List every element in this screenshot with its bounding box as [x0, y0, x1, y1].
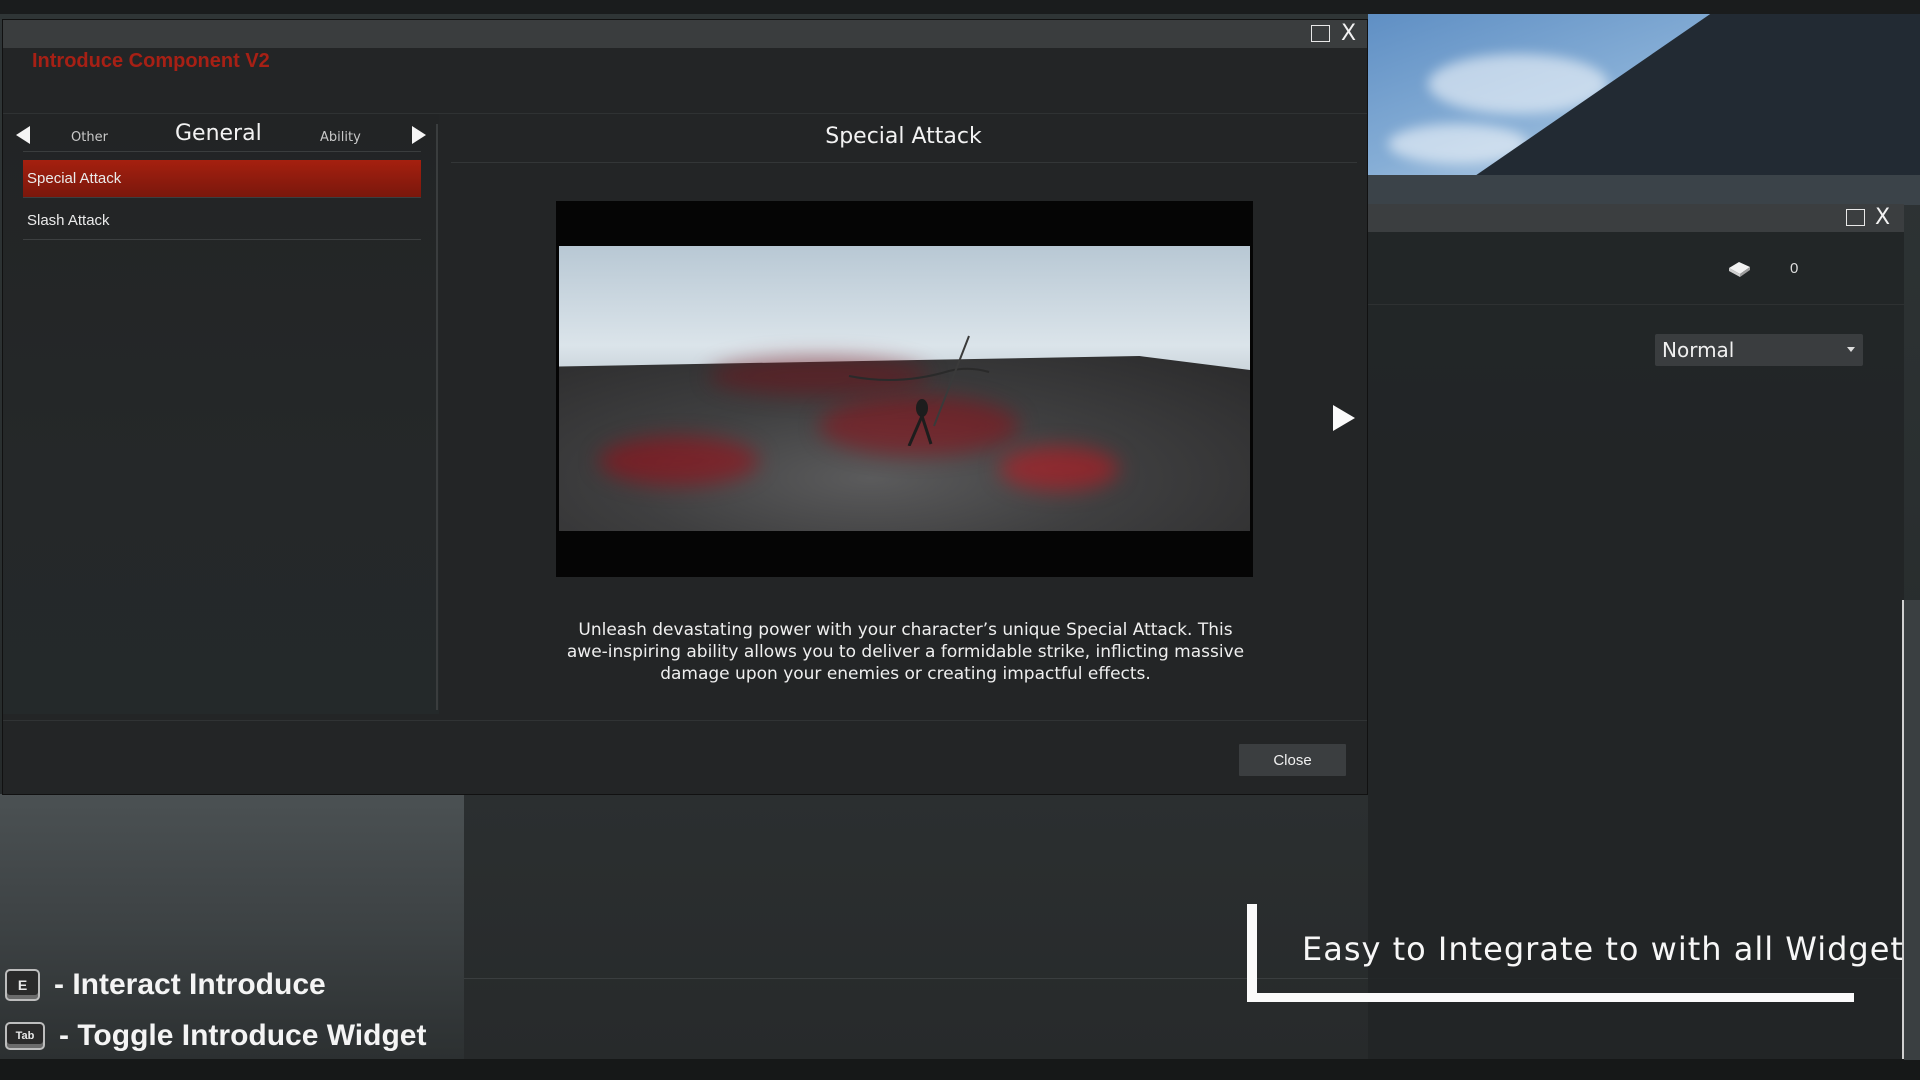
hint-interact: E - Interact Introduce	[5, 968, 326, 1002]
scrollbar[interactable]	[1902, 600, 1904, 1059]
secondary-separator	[1368, 304, 1904, 305]
hint-toggle: Tab - Toggle Introduce Widget	[5, 1019, 426, 1053]
secondary-close-icon[interactable]: X	[1875, 207, 1890, 229]
tab-ability[interactable]: Ability	[320, 130, 361, 145]
resource-count: 0	[1790, 260, 1799, 277]
preview-video[interactable]	[556, 201, 1253, 577]
maximize-icon[interactable]	[1846, 209, 1865, 226]
tabs-separator	[23, 151, 421, 152]
secondary-window-titlebar[interactable]	[1368, 204, 1904, 232]
maximize-icon[interactable]	[1311, 25, 1330, 42]
character-figure	[848, 335, 990, 446]
preview-image	[559, 246, 1250, 531]
footer-separator	[3, 720, 1367, 721]
content-title: Special Attack	[825, 124, 982, 149]
key-e-icon: E	[5, 969, 40, 1001]
banner-underline	[1247, 993, 1854, 1002]
key-tab-icon: Tab	[5, 1022, 45, 1050]
mode-dropdown[interactable]: Normal	[1655, 334, 1863, 366]
list-item-label: Special Attack	[27, 170, 122, 187]
pane-divider	[436, 124, 438, 710]
building-ledge	[1368, 175, 1920, 205]
window-titlebar[interactable]	[3, 20, 1367, 48]
top-strip	[0, 0, 1920, 14]
window-title: Introduce Component V2	[32, 50, 270, 72]
play-icon[interactable]	[1333, 405, 1355, 431]
banner-text: Easy to Integrate to with all Widget	[1302, 930, 1904, 968]
close-button[interactable]: Close	[1239, 744, 1346, 776]
close-icon[interactable]: X	[1341, 23, 1356, 45]
list-item-special-attack[interactable]: Special Attack	[23, 160, 421, 198]
prev-category-arrow-icon[interactable]	[16, 126, 30, 144]
hint-toggle-text: - Toggle Introduce Widget	[59, 1019, 427, 1052]
scene-right-edge	[1904, 600, 1920, 1060]
ability-description: Unleash devastating power with your char…	[566, 620, 1245, 684]
next-category-arrow-icon[interactable]	[412, 126, 426, 144]
mode-dropdown-value: Normal	[1662, 338, 1735, 362]
list-item-label: Slash Attack	[27, 212, 110, 229]
introduce-window: X Introduce Component V2 Other General A…	[3, 20, 1367, 794]
content-title-separator	[451, 162, 1357, 163]
bottom-strip	[0, 1059, 1920, 1080]
eraser-icon	[1729, 262, 1750, 277]
hint-interact-text: - Interact Introduce	[54, 968, 326, 1001]
list-item-slash-attack[interactable]: Slash Attack	[23, 202, 421, 240]
tab-general[interactable]: General	[175, 121, 262, 146]
chevron-down-icon	[1847, 347, 1855, 352]
tab-other[interactable]: Other	[71, 130, 108, 145]
